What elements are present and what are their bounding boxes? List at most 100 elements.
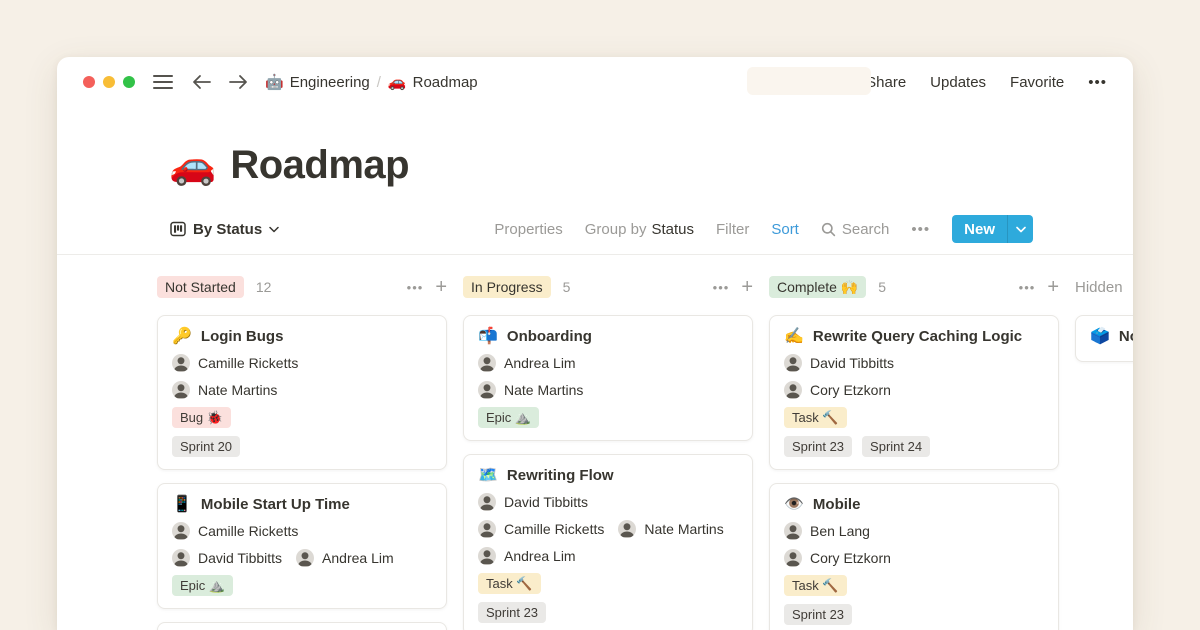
filter-button[interactable]: Filter (716, 221, 749, 238)
avatar (478, 520, 496, 538)
board-column-not-started: Not Started12•••+🔑Login BugsCamille Rick… (157, 275, 447, 630)
avatar (172, 354, 190, 372)
column-add-icon[interactable]: + (435, 277, 447, 297)
properties-button[interactable]: Properties (494, 221, 562, 238)
person-chip: Andrea Lim (296, 549, 394, 567)
page-title[interactable]: Roadmap (230, 143, 409, 188)
card-person-row: David Tibbitts (784, 354, 1044, 372)
person-chip: Cory Etzkorn (784, 381, 891, 399)
board-column-complete: Complete 🙌5•••+✍️Rewrite Query Caching L… (769, 275, 1059, 630)
avatar (172, 549, 190, 567)
sort-button[interactable]: Sort (771, 221, 799, 238)
column-status-badge: In Progress (463, 276, 551, 298)
column-add-icon[interactable]: + (741, 277, 753, 297)
tag-badge: Epic ⛰️ (172, 575, 233, 596)
view-switcher[interactable]: By Status (170, 221, 279, 238)
new-button[interactable]: New (952, 215, 1033, 243)
share-button[interactable]: Share (866, 74, 906, 91)
card-person-row: Nate Martins (478, 381, 738, 399)
column-more-icon[interactable]: ••• (407, 280, 424, 295)
card-tag-row: Sprint 23 (784, 604, 1044, 625)
kanban-board: Not Started12•••+🔑Login BugsCamille Rick… (57, 255, 1133, 630)
avatar (784, 522, 802, 540)
search-button[interactable]: Search (821, 221, 890, 238)
column-more-icon[interactable]: ••• (713, 280, 730, 295)
person-name: Camille Ricketts (198, 355, 298, 371)
board-card[interactable]: ✍️Rewrite Query Caching LogicDavid Tibbi… (769, 315, 1059, 470)
card-icon: 🗺️ (478, 468, 498, 484)
space-icon: 🤖 (265, 73, 284, 91)
group-by-value: Status (651, 221, 694, 238)
card-tag-row: Sprint 20 (172, 436, 432, 457)
board-card[interactable]: ‼️Error Codes (157, 622, 447, 630)
person-chip: Camille Ricketts (478, 520, 604, 538)
person-chip: Andrea Lim (478, 354, 576, 372)
toolbar-right-group: Properties Group by Status Filter Sort S… (494, 215, 1033, 243)
board-card[interactable]: 📬OnboardingAndrea LimNate MartinsEpic ⛰️ (463, 315, 753, 441)
card-icon: 🗳️ (1090, 329, 1110, 345)
card-person-row: Andrea Lim (478, 354, 738, 372)
traffic-lights (83, 76, 135, 88)
more-options-icon[interactable]: ••• (1088, 74, 1107, 91)
hidden-groups-label[interactable]: Hidden (1075, 279, 1123, 296)
card-title: Rewrite Query Caching Logic (813, 328, 1022, 345)
board-card[interactable]: 🗳️No (1075, 315, 1133, 362)
avatar (478, 493, 496, 511)
tag-badge: Sprint 23 (784, 436, 852, 457)
app-window: 🤖 Engineering / 🚗 Roadmap Share Updates … (57, 57, 1133, 630)
tag-badge: Task 🔨 (478, 573, 541, 594)
view-switcher-label: By Status (193, 221, 262, 238)
card-title: Onboarding (507, 328, 592, 345)
column-add-icon[interactable]: + (1047, 277, 1059, 297)
sidebar-menu-icon[interactable] (153, 75, 173, 89)
card-title-row: 📱Mobile Start Up Time (172, 496, 432, 513)
breadcrumb-page[interactable]: 🚗 Roadmap (388, 73, 478, 91)
new-button-caret[interactable] (1007, 215, 1033, 243)
avatar (784, 354, 802, 372)
column-status-badge: Complete 🙌 (769, 276, 866, 298)
new-button-label: New (952, 215, 1007, 243)
close-window-button[interactable] (83, 76, 95, 88)
zoom-window-button[interactable] (123, 76, 135, 88)
board-view-icon (170, 221, 186, 237)
tag-badge: Sprint 20 (172, 436, 240, 457)
person-name: David Tibbitts (198, 550, 282, 566)
column-more-icon[interactable]: ••• (1019, 280, 1036, 295)
page-header: 🚗 Roadmap (169, 143, 1133, 188)
card-person-row: Cory Etzkorn (784, 549, 1044, 567)
breadcrumb-space[interactable]: 🤖 Engineering (265, 73, 370, 91)
card-tag-row: Sprint 23 (478, 602, 738, 623)
tag-badge: Sprint 23 (478, 602, 546, 623)
person-name: David Tibbitts (810, 355, 894, 371)
card-person-row: David Tibbitts Andrea Lim (172, 549, 432, 567)
back-arrow-icon[interactable] (191, 73, 213, 91)
page-icon: 🚗 (388, 73, 407, 91)
person-chip: Nate Martins (618, 520, 723, 538)
card-title: Mobile Start Up Time (201, 496, 350, 513)
card-title-row: 🗺️Rewriting Flow (478, 467, 738, 484)
person-chip: David Tibbitts (784, 354, 894, 372)
card-person-row: Andrea Lim (478, 547, 738, 565)
search-icon (821, 222, 836, 237)
card-title-row: 🗳️No (1090, 328, 1133, 345)
card-tag-row: Task 🔨 (784, 407, 1044, 428)
person-name: Nate Martins (644, 521, 723, 537)
minimize-window-button[interactable] (103, 76, 115, 88)
board-card[interactable]: 🗺️Rewriting FlowDavid TibbittsCamille Ri… (463, 454, 753, 630)
board-card[interactable]: 🔑 Login Bugs Camille Ricketts Nate Martins B… (157, 315, 447, 470)
card-title: Login Bugs (201, 328, 284, 345)
board-card[interactable]: 👁️MobileBen LangCory EtzkornTask 🔨Sprint… (769, 483, 1059, 630)
column-header: Complete 🙌5•••+ (769, 275, 1059, 299)
person-name: Nate Martins (198, 382, 277, 398)
updates-button[interactable]: Updates (930, 74, 986, 91)
favorite-button[interactable]: Favorite (1010, 74, 1064, 91)
forward-arrow-icon[interactable] (227, 73, 249, 91)
person-chip: Camille Ricketts (172, 354, 298, 372)
tag-badge: Bug 🐞 (172, 407, 231, 428)
person-chip: Andrea Lim (478, 547, 576, 565)
card-icon: 🔑 (172, 329, 192, 345)
column-actions: ••• + (1019, 277, 1059, 297)
toolbar-more-icon[interactable]: ••• (911, 221, 930, 238)
board-card[interactable]: 📱Mobile Start Up TimeCamille RickettsDav… (157, 483, 447, 609)
group-by-button[interactable]: Group by Status (585, 221, 694, 238)
